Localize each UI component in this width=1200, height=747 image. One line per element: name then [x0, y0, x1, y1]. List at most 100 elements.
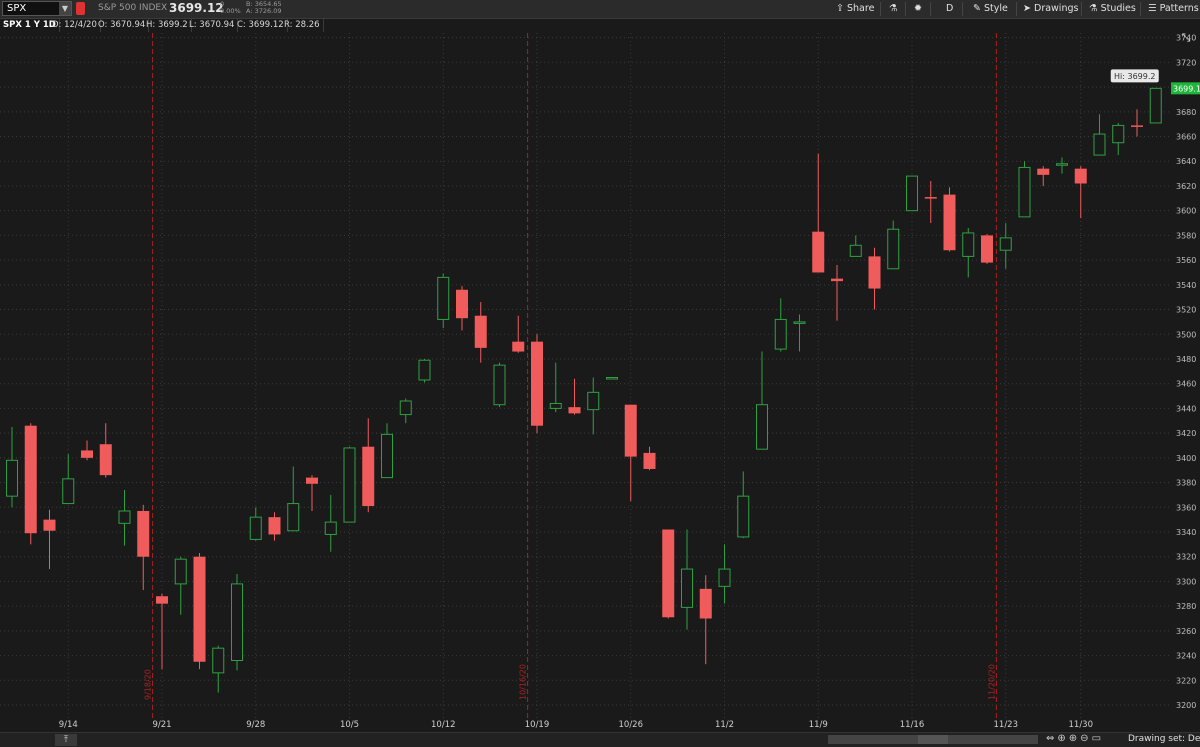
candle-body-up — [493, 364, 506, 406]
zoom-in-icon[interactable]: ⊕ — [1069, 733, 1080, 744]
candle-body-up — [1018, 166, 1031, 218]
candle-body-down — [306, 477, 318, 484]
y-tick-label: 3220 — [1176, 676, 1196, 685]
candle-body-down — [568, 407, 581, 414]
y-tick-label: 3620 — [1176, 182, 1196, 191]
y-tick-label: 3400 — [1176, 454, 1196, 463]
candle-body-up — [418, 359, 431, 381]
x-tick-label: 11/30 — [1069, 720, 1094, 730]
y-tick-label: 3300 — [1176, 577, 1196, 586]
axis-scale-icon: ⤡ — [1182, 31, 1191, 44]
x-tick-label: 9/28 — [246, 720, 265, 730]
y-tick-label: 3320 — [1176, 553, 1196, 562]
candlestick-chart[interactable]: 3200 3220 3240 3260 3280 3300 3320 3340 3360 3380… — [0, 0, 1200, 732]
period-divider-label: 10/16/20 — [519, 664, 528, 700]
candle-body-up — [887, 228, 900, 270]
candle-body-up — [1056, 163, 1068, 166]
y-tick-label: 3540 — [1176, 281, 1196, 290]
candle-body-up — [6, 459, 18, 497]
candle-body-down — [512, 341, 525, 352]
drawing-set-label[interactable]: Drawing set: Defa — [1128, 734, 1200, 744]
candle-body-up — [249, 516, 262, 540]
candle-body-down — [193, 556, 206, 662]
y-tick-label: 3480 — [1176, 355, 1196, 364]
y-tick-label: 3600 — [1176, 207, 1196, 216]
zoom-out-icon[interactable]: ⊖ — [1080, 733, 1091, 744]
x-tick-label: 10/12 — [431, 720, 456, 730]
y-tick-label: 3720 — [1176, 58, 1196, 67]
period-divider-label: 9/18/20 — [144, 669, 153, 700]
y-tick-label: 3560 — [1176, 256, 1196, 265]
candle-body-up — [549, 402, 562, 409]
horizontal-scrollbar[interactable] — [828, 735, 1038, 744]
candle-body-up — [718, 568, 731, 587]
candle-body-up — [62, 478, 75, 505]
high-bubble-label: Hi: 3699.2 — [1114, 72, 1155, 81]
candle-body-up — [606, 377, 618, 380]
pan-icon[interactable]: ⇔ — [1046, 733, 1057, 744]
candle-body-down — [624, 404, 637, 457]
zoom-controls: ⇔⊕⊕⊖▭ — [1046, 733, 1104, 744]
candle-body-down — [831, 278, 843, 282]
x-tick-label: 10/19 — [525, 720, 550, 730]
y-tick-label: 3280 — [1176, 602, 1196, 611]
candle-body-down — [81, 450, 93, 458]
candle-body-up — [1112, 124, 1125, 144]
candle-body-up — [1149, 87, 1162, 124]
y-tick-label: 3580 — [1176, 231, 1196, 240]
candle-body-down — [643, 452, 656, 469]
candle-body-down — [362, 446, 375, 507]
candle-body-down — [1131, 125, 1143, 127]
y-tick-label: 3460 — [1176, 380, 1196, 389]
candle-body-up — [381, 433, 393, 479]
candle-body-down — [43, 519, 56, 531]
zoom-fit-icon[interactable]: ▭ — [1092, 733, 1104, 744]
scrollbar-thumb[interactable] — [918, 735, 948, 744]
candle-body-up — [906, 175, 918, 212]
candle-body-down — [99, 444, 112, 476]
y-tick-label: 3640 — [1176, 157, 1196, 166]
candle-body-up — [399, 400, 412, 416]
candle-body-up — [212, 647, 225, 674]
expand-panel-icon[interactable]: ⤒ — [55, 734, 77, 746]
x-tick-label: 11/2 — [715, 720, 734, 730]
candle-body-up — [437, 276, 450, 320]
candle-body-up — [118, 510, 131, 524]
candle-body-up — [324, 521, 337, 535]
candle-body-up — [793, 321, 806, 324]
y-tick-label: 3420 — [1176, 429, 1196, 438]
candle-body-down — [662, 529, 675, 618]
y-tick-label: 3520 — [1176, 306, 1196, 315]
candle-body-down — [981, 235, 993, 263]
candle-body-up — [587, 391, 600, 411]
x-tick-label: 9/21 — [152, 720, 171, 730]
candle-body-up — [231, 583, 243, 662]
y-tick-label: 3200 — [1176, 701, 1196, 710]
x-tick-label: 10/5 — [340, 720, 359, 730]
candle-body-down — [456, 289, 468, 319]
candle-body-up — [962, 232, 975, 257]
y-tick-label: 3380 — [1176, 479, 1196, 488]
candle-body-down — [474, 315, 487, 348]
y-tick-label: 3500 — [1176, 330, 1196, 339]
x-tick-label: 11/23 — [994, 720, 1019, 730]
candle-body-down — [943, 194, 956, 251]
x-tick-label: 11/16 — [900, 720, 925, 730]
candle-body-down — [24, 425, 37, 534]
candle-body-up — [756, 404, 768, 450]
candle-body-up — [1093, 133, 1106, 156]
y-tick-label: 3360 — [1176, 503, 1196, 512]
candle-body-down — [868, 256, 881, 289]
y-tick-label: 3340 — [1176, 528, 1196, 537]
period-divider-label: 11/20/20 — [987, 664, 996, 700]
candle-body-down — [812, 231, 825, 273]
crosshair-icon[interactable]: ⊕ — [1057, 733, 1068, 744]
candle-body-down — [531, 341, 543, 426]
candle-body-up — [774, 318, 787, 350]
candle-body-up — [999, 237, 1012, 251]
last-price-tag-label: 3699.1 — [1173, 84, 1200, 93]
candle-body-up — [737, 495, 750, 538]
candle-body-down — [1074, 168, 1087, 184]
candle-body-up — [681, 568, 693, 608]
y-tick-label: 3240 — [1176, 652, 1196, 661]
